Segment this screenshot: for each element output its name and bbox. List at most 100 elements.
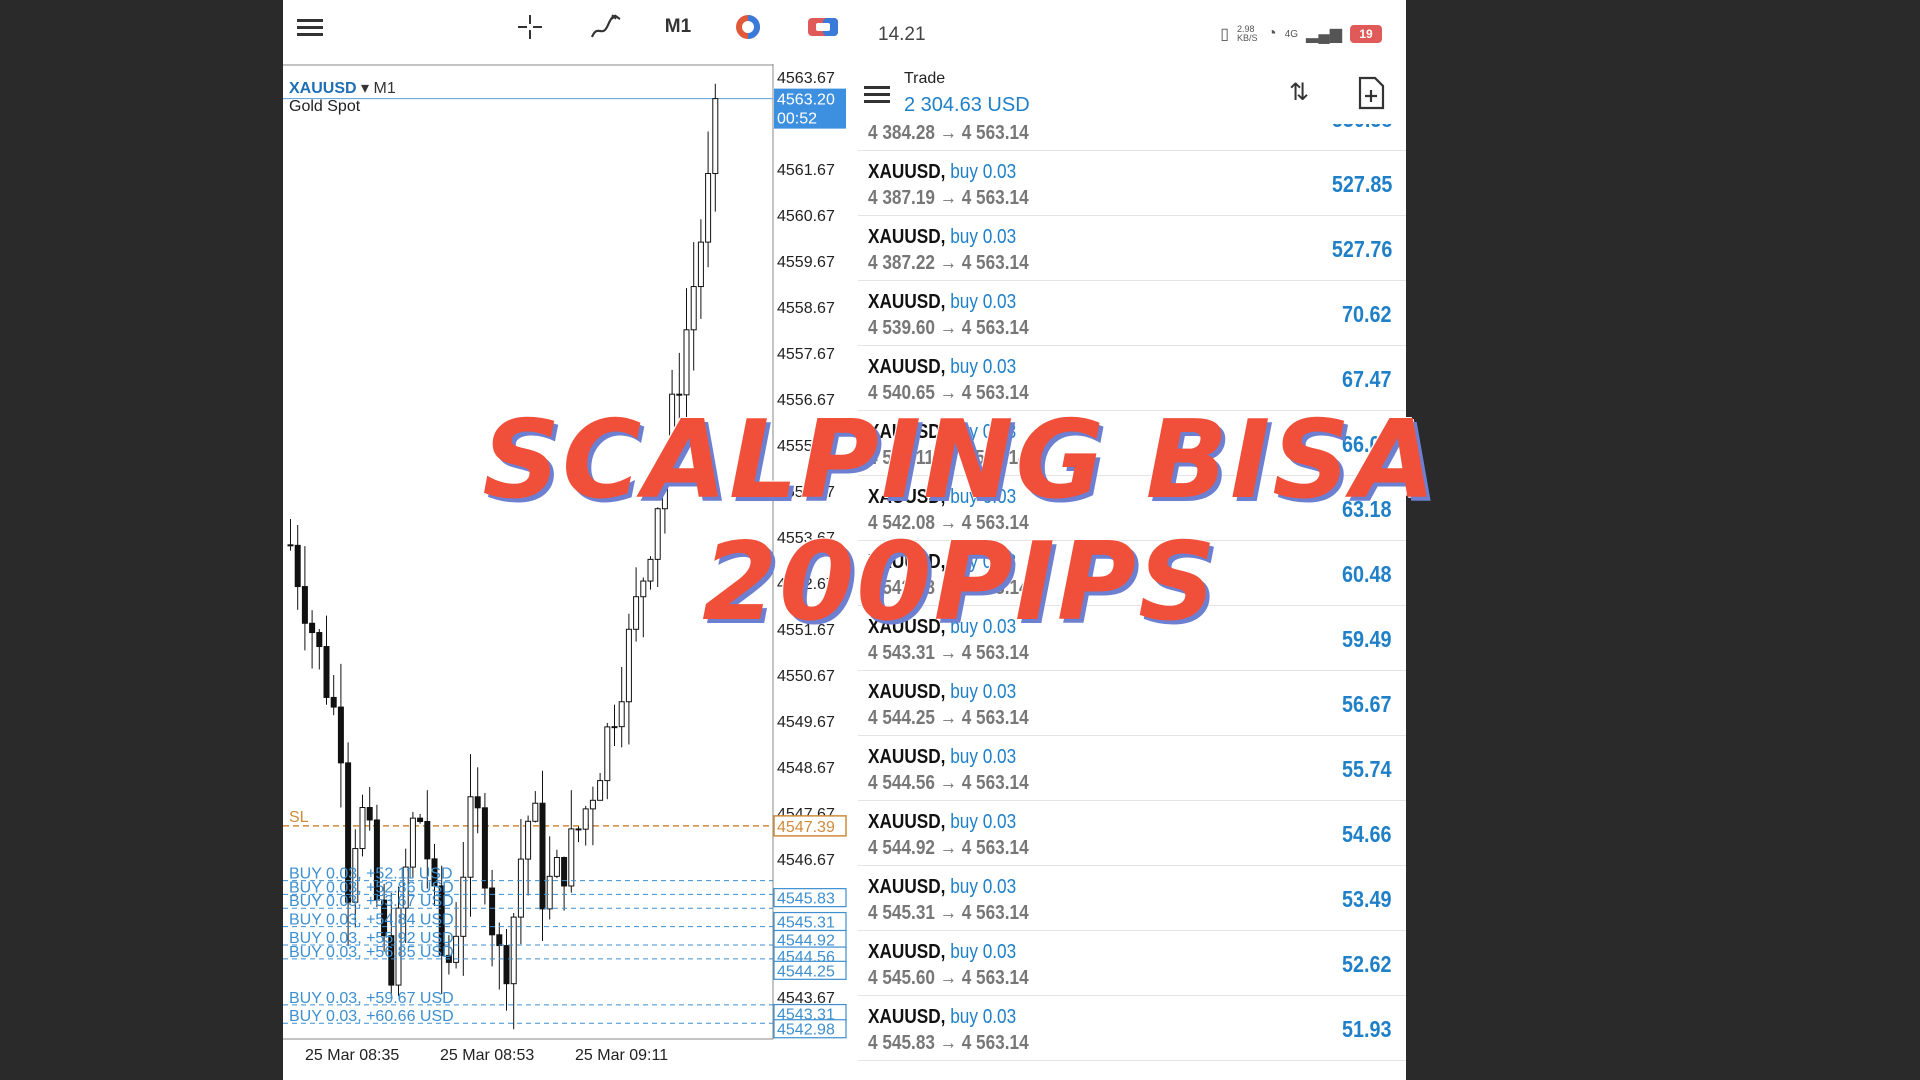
stop-loss-label: SL [289,809,309,826]
position-profit: 52.62 [1342,951,1392,977]
candle-body [611,726,618,729]
price-axis-label: 4546.67 [777,852,835,869]
position-symbol-text: XAUUSD, [868,681,946,703]
position-direction: buy 0.03 [950,226,1017,248]
position-row[interactable]: XAUUSD, buy 0.03 4 539.60 → 4 563.14 70.62 [858,281,1406,346]
sort-icon[interactable]: ⇅ [1282,78,1316,112]
position-direction: buy 0.03 [950,616,1017,638]
symbol-description: Gold Spot [289,98,361,115]
position-profit: 67.47 [1342,366,1392,392]
position-prices: 4 541.11 → 4 563.14 [868,447,1028,469]
order-price: 4545.31 [777,915,835,932]
position-direction: buy 0.03 [950,876,1017,898]
price-chart[interactable]: 4563.67 4561.67 4560.67 4559.67 4558.67 4557.… [283,64,858,1064]
status-bar: 14.21 ▯ 2.98 KB/S ◔ 4G ▂▄▆ 19 [858,0,1406,60]
candle-body [337,706,344,764]
order-label: BUY 0.03, +53.67 USD [289,893,454,910]
position-symbol: XAUUSD, buy 0.03 [868,291,1016,314]
order-label: BUY 0.03, +56.85 USD [289,944,454,961]
battery-icon: 19 [1350,25,1382,43]
position-profit: 59.49 [1342,626,1392,652]
position-row[interactable]: XAUUSD, buy 0.03 4 387.19 → 4 563.14 527.8… [858,151,1406,216]
net-speed: 2.98 KB/S [1237,24,1258,43]
position-row[interactable]: XAUUSD, buy 0.03 4 545.83 → 4 563.14 51.93 [858,996,1406,1061]
position-symbol-text: XAUUSD, [868,1006,946,1028]
candle-body [409,817,416,868]
order-label: BUY 0.03, +60.66 USD [289,1008,454,1025]
price-axis-label: 4550.67 [777,668,835,685]
position-row[interactable]: XAUUSD, buy 0.03 4 387.22 → 4 563.14 527.7… [858,216,1406,281]
price-axis-label: 4559.67 [777,254,835,271]
status-time: 14.21 [878,24,926,45]
new-order-icon[interactable] [1356,76,1388,112]
positions-list[interactable]: XAUUSD, buy 0.03 4 384.28 → 4 563.14 530.5… [858,124,1406,1080]
price-axis-label: 4552.67 [777,576,835,593]
candle-body [633,596,640,630]
time-axis-label: 25 Mar 08:53 [440,1047,534,1064]
time-axis-label: 25 Mar 08:35 [305,1047,399,1064]
position-prices: 4 544.92 → 4 563.14 [868,837,1029,859]
timeframe-text: M1 [373,80,396,97]
position-prices: 4 544.56 → 4 563.14 [868,772,1029,794]
candle-body [330,696,337,708]
position-symbol: XAUUSD, buy 0.03 [868,941,1016,964]
signal-icon: ▂▄▆ [1306,26,1342,43]
position-row[interactable]: XAUUSD, buy 0.03 4 544.92 → 4 563.14 54.66 [858,801,1406,866]
chart-canvas[interactable]: 4563.67 4561.67 4560.67 4559.67 4558.67 4557.… [283,64,858,1064]
price-axis-label: 4554.67 [777,484,835,501]
position-prices: 4 545.31 → 4 563.14 [868,902,1029,924]
timeframe-button[interactable]: M1 [658,12,698,42]
position-symbol-text: XAUUSD, [868,811,946,833]
candle-body [618,701,625,728]
trade-icon[interactable] [806,12,840,42]
position-row[interactable]: XAUUSD, buy 0.03 4 542.08 → 4 563.14 63.18 [858,476,1406,541]
position-prices: 4 545.83 → 4 563.14 [868,1032,1029,1054]
position-direction: buy 0.03 [950,746,1017,768]
candle-body [309,622,316,634]
chart-symbol: XAUUSD ▾ M1 [289,80,396,97]
candle-body [424,820,431,860]
candle-body [568,828,575,887]
position-symbol-text: XAUUSD, [868,291,946,313]
position-symbol-text: XAUUSD, [868,941,946,963]
position-prices: 4 543.31 → 4 563.14 [868,642,1029,664]
crosshair-icon[interactable] [515,12,545,42]
menu-icon[interactable] [295,12,325,42]
price-axis-label: 4549.67 [777,714,835,731]
position-symbol: XAUUSD, buy 0.03 [868,421,1016,444]
candle-body [301,586,308,624]
position-row[interactable]: XAUUSD, buy 0.03 4 545.60 → 4 563.14 52.62 [858,931,1406,996]
left-backdrop [0,0,283,1080]
position-symbol: XAUUSD, buy 0.03 [868,681,1016,704]
position-row[interactable]: XAUUSD, buy 0.03 4 540.65 → 4 563.14 67.47 [858,346,1406,411]
menu-icon[interactable] [864,82,890,107]
position-direction: buy 0.03 [950,161,1017,183]
candle-body [323,646,330,698]
position-row[interactable]: XAUUSD, buy 0.03 4 543.31 → 4 563.14 59.49 [858,606,1406,671]
position-row[interactable]: XAUUSD, buy 0.03 4 545.31 → 4 563.14 53.49 [858,866,1406,931]
candle-body [546,875,553,910]
position-direction: buy 0.03 [950,291,1017,313]
candle-body [604,726,611,782]
position-direction: buy 0.03 [950,681,1017,703]
position-prices: 4 539.60 → 4 563.14 [868,317,1029,339]
position-symbol-text: XAUUSD, [868,161,946,183]
objects-icon[interactable] [733,12,763,42]
position-row[interactable]: XAUUSD, buy 0.03 4 544.56 → 4 563.14 55.74 [858,736,1406,801]
candle-body [503,945,510,985]
position-row[interactable]: XAUUSD, buy 0.03 4 544.25 → 4 563.14 56.67 [858,671,1406,736]
position-row[interactable]: XAUUSD, buy 0.03 4 542.98 → 4 563.14 60.48 [858,541,1406,606]
position-row[interactable]: XAUUSD, buy 0.03 4 541.11 → 4 563.14 66.09 [858,411,1406,476]
candle-body [654,508,661,560]
position-profit: 55.74 [1342,756,1392,782]
candle-body [676,393,683,396]
candle-body [597,780,604,801]
position-symbol-text: XAUUSD, [868,421,946,443]
indicators-icon[interactable] [589,12,623,42]
position-prices: 4 387.19 → 4 563.14 [868,187,1029,209]
position-row[interactable]: XAUUSD, buy 0.034 384.28 → 4 563.14530.5… [858,124,1406,151]
candle-body [553,857,560,877]
trade-title: Trade [904,70,946,87]
vibrate-icon: ▯ [1220,26,1230,43]
current-price-value: 4563.20 [777,92,835,109]
